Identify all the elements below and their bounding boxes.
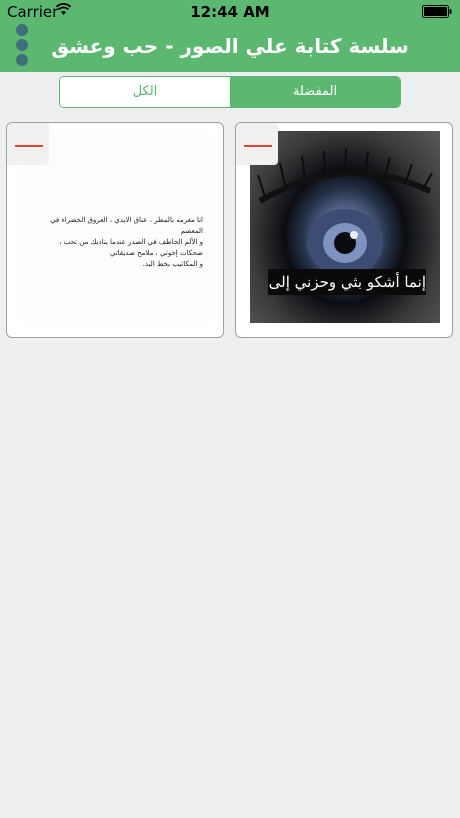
card-image[interactable]: انا مغرمه بالمطر ، عناق الايدي ، العروق … [21, 131, 211, 323]
segment-favorites[interactable]: المفضلة [230, 77, 400, 107]
quote-line: ضحكات إخوتي ، ملامح صديقاتي [109, 249, 203, 257]
menu-dot-icon [16, 39, 28, 51]
card-image[interactable]: إنما أشكو بثي وحزني إلى الله [250, 131, 440, 323]
menu-dot-icon [16, 54, 28, 66]
segmented-control: الكل المفضلة [59, 76, 401, 108]
quote-line: و الألم الخاطف في الصدر عندما يناديك من … [59, 238, 203, 246]
segment-all[interactable]: الكل [60, 77, 230, 107]
page-title: سلسة كتابة علي الصور - حب وعشق [51, 34, 409, 58]
menu-button[interactable] [14, 24, 30, 68]
minus-icon [15, 145, 43, 147]
navigation-bar: سلسة كتابة علي الصور - حب وعشق [0, 24, 460, 72]
remove-button[interactable] [7, 123, 49, 165]
minus-icon [244, 145, 272, 147]
status-time: 12:44 AM [190, 3, 270, 21]
image-card[interactable]: إنما أشكو بثي وحزني إلى الله [235, 122, 453, 338]
image-card[interactable]: انا مغرمه بالمطر ، عناق الايدي ، العروق … [6, 122, 224, 338]
quote-line: و المكاتيب بخط اليد. [142, 260, 203, 268]
overlay-text: إنما أشكو بثي وحزني إلى الله [268, 269, 426, 295]
battery-icon [422, 5, 452, 18]
status-bar: Carrier 12:44 AM [0, 0, 460, 24]
remove-button[interactable] [236, 123, 278, 165]
menu-dot-icon [16, 24, 28, 36]
quote-text: انا مغرمه بالمطر ، عناق الايدي ، العروق … [33, 215, 203, 270]
quote-line: انا مغرمه بالمطر ، عناق الايدي ، العروق … [50, 216, 203, 235]
